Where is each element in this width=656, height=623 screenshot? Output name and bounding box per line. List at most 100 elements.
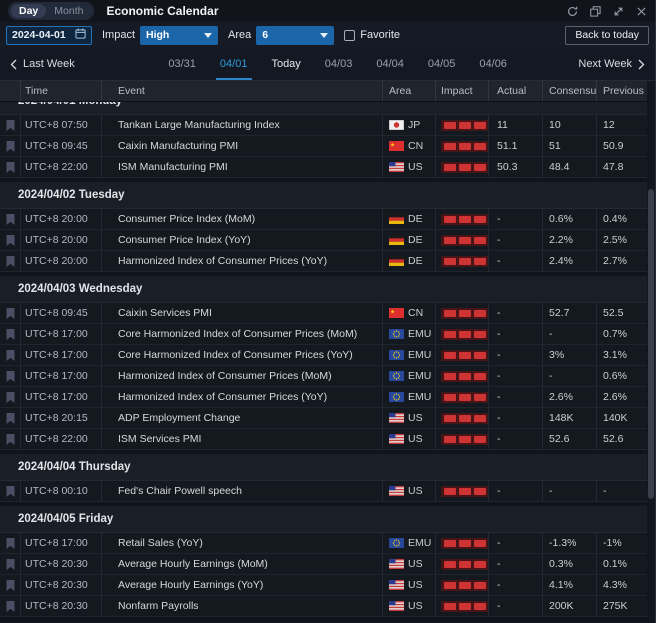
- flag-icon-de: [389, 214, 404, 224]
- flag-icon-us: [389, 434, 404, 444]
- week-date-0331[interactable]: 03/31: [168, 58, 196, 70]
- event-name: Caixin Services PMI: [102, 303, 383, 323]
- actual-value: -: [489, 324, 543, 344]
- bookmark-icon[interactable]: [0, 230, 21, 250]
- chevron-down-icon: [320, 33, 328, 38]
- flag-icon-emu: [389, 392, 404, 402]
- event-row[interactable]: UTC+8 09:45Caixin Manufacturing PMICN51.…: [0, 136, 648, 157]
- tab-month[interactable]: Month: [46, 4, 91, 18]
- event-row[interactable]: UTC+8 20:00Consumer Price Index (MoM)DE-…: [0, 209, 648, 230]
- page-title: Economic Calendar: [106, 4, 218, 18]
- bookmark-icon[interactable]: [0, 387, 21, 407]
- bookmark-icon[interactable]: [0, 575, 21, 595]
- event-name: Tankan Large Manufacturing Index: [102, 115, 383, 135]
- bookmark-icon[interactable]: [0, 596, 21, 616]
- expand-icon[interactable]: [613, 6, 624, 17]
- date-picker-input[interactable]: 2024-04-01: [6, 26, 92, 45]
- event-row[interactable]: UTC+8 17:00Harmonized Index of Consumer …: [0, 366, 648, 387]
- event-row[interactable]: UTC+8 17:00Core Harmonized Index of Cons…: [0, 324, 648, 345]
- actual-value: -: [489, 596, 543, 616]
- event-time: UTC+8 00:10: [21, 481, 102, 501]
- consensus-value: -: [543, 324, 597, 344]
- event-row[interactable]: UTC+8 20:00Harmonized Index of Consumer …: [0, 251, 648, 272]
- event-row[interactable]: UTC+8 22:00ISM Manufacturing PMIUS50.348…: [0, 157, 648, 178]
- bookmark-icon[interactable]: [0, 429, 21, 449]
- bookmark-icon[interactable]: [0, 251, 21, 271]
- event-time: UTC+8 17:00: [21, 387, 102, 407]
- event-row[interactable]: UTC+8 20:30Average Hourly Earnings (MoM)…: [0, 554, 648, 575]
- event-time: UTC+8 17:00: [21, 533, 102, 553]
- event-row[interactable]: UTC+8 22:00ISM Services PMIUS-52.652.6: [0, 429, 648, 450]
- event-row[interactable]: UTC+8 20:15ADP Employment ChangeUS-148K1…: [0, 408, 648, 429]
- event-row[interactable]: UTC+8 17:00Harmonized Index of Consumer …: [0, 387, 648, 408]
- actual-value: -: [489, 251, 543, 271]
- flag-icon-de: [389, 235, 404, 245]
- last-week-button[interactable]: Last Week: [10, 58, 75, 70]
- impact-indicator: [436, 366, 489, 386]
- bookmark-icon[interactable]: [0, 408, 21, 428]
- area-code: US: [408, 412, 423, 424]
- tab-day[interactable]: Day: [11, 4, 46, 18]
- bookmark-icon[interactable]: [0, 366, 21, 386]
- event-row[interactable]: UTC+8 17:00Core Harmonized Index of Cons…: [0, 345, 648, 366]
- consensus-value: 2.2%: [543, 230, 597, 250]
- bookmark-icon[interactable]: [0, 157, 21, 177]
- event-row[interactable]: UTC+8 07:50Tankan Large Manufacturing In…: [0, 115, 648, 136]
- actual-value: -: [489, 429, 543, 449]
- bookmark-icon[interactable]: [0, 554, 21, 574]
- flag-icon-us: [389, 559, 404, 569]
- last-week-label: Last Week: [23, 58, 75, 70]
- actual-value: -: [489, 345, 543, 365]
- event-row[interactable]: UTC+8 20:00Consumer Price Index (YoY)DE-…: [0, 230, 648, 251]
- back-to-today-button[interactable]: Back to today: [565, 26, 649, 45]
- bookmark-icon[interactable]: [0, 533, 21, 553]
- event-row[interactable]: UTC+8 17:00Retail Sales (YoY)EMU--1.3%-1…: [0, 533, 648, 554]
- week-date-0404[interactable]: 04/04: [376, 58, 404, 70]
- bookmark-icon[interactable]: [0, 136, 21, 156]
- close-icon[interactable]: [636, 6, 647, 17]
- consensus-value: 2.6%: [543, 387, 597, 407]
- duplicate-icon[interactable]: [590, 6, 601, 17]
- refresh-icon[interactable]: [567, 6, 578, 17]
- filter-bar: 2024-04-01 Impact High Area 6 Favorite B…: [0, 22, 655, 48]
- week-date-0401[interactable]: 04/01: [220, 58, 248, 70]
- bookmark-icon[interactable]: [0, 303, 21, 323]
- bookmark-icon[interactable]: [0, 115, 21, 135]
- event-row[interactable]: UTC+8 09:45Caixin Services PMICN-52.752.…: [0, 303, 648, 324]
- week-date-today[interactable]: Today: [271, 58, 300, 70]
- week-date-0403[interactable]: 04/03: [325, 58, 353, 70]
- event-name: Core Harmonized Index of Consumer Prices…: [102, 345, 383, 365]
- next-week-button[interactable]: Next Week: [578, 58, 645, 70]
- event-area: US: [383, 408, 436, 428]
- previous-value: 0.6%: [597, 366, 648, 386]
- favorite-checkbox[interactable]: [344, 30, 355, 41]
- previous-value: 3.1%: [597, 345, 648, 365]
- consensus-value: 0.6%: [543, 209, 597, 229]
- impact-indicator: [436, 324, 489, 344]
- header-event: Event: [102, 81, 383, 101]
- actual-value: -: [489, 554, 543, 574]
- previous-value: 275K: [597, 596, 648, 616]
- area-dropdown[interactable]: 6: [256, 26, 334, 45]
- impact-dropdown[interactable]: High: [140, 26, 218, 45]
- scrollbar-thumb[interactable]: [648, 189, 654, 499]
- table-body: 2024/04/01 MondayUTC+8 07:50Tankan Large…: [0, 102, 648, 622]
- favorite-label: Favorite: [360, 29, 400, 41]
- bookmark-icon[interactable]: [0, 345, 21, 365]
- week-navigation: Last Week 03/31 04/01 Today 04/03 04/04 04/05…: [0, 48, 655, 81]
- bookmark-icon[interactable]: [0, 324, 21, 344]
- calendar-table: Time Event Area Impact Actual Consensus …: [0, 81, 655, 622]
- week-date-0406[interactable]: 04/06: [479, 58, 507, 70]
- event-row[interactable]: UTC+8 00:10Fed's Chair Powell speechUS--…: [0, 481, 648, 502]
- event-row[interactable]: UTC+8 20:30Nonfarm PayrollsUS-200K275K: [0, 596, 648, 617]
- vertical-scrollbar[interactable]: [647, 81, 655, 622]
- week-date-0405[interactable]: 04/05: [428, 58, 456, 70]
- previous-value: 2.7%: [597, 251, 648, 271]
- event-area: EMU: [383, 345, 436, 365]
- consensus-value: 2.4%: [543, 251, 597, 271]
- bookmark-icon[interactable]: [0, 481, 21, 501]
- bookmark-icon[interactable]: [0, 209, 21, 229]
- event-row[interactable]: UTC+8 20:30Average Hourly Earnings (YoY)…: [0, 575, 648, 596]
- consensus-value: 52.6: [543, 429, 597, 449]
- section-header: 2024/04/01 Monday: [0, 102, 648, 115]
